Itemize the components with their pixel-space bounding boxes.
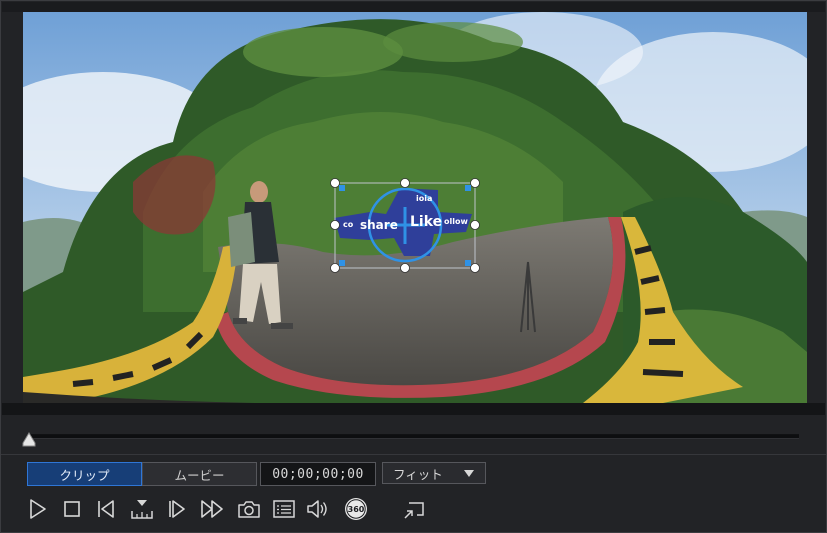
split-icon — [131, 500, 153, 519]
chevron-down-icon — [464, 470, 474, 477]
overlay-text-share: share — [360, 218, 398, 232]
volume-icon — [307, 500, 327, 518]
split-button[interactable] — [129, 496, 155, 522]
viewport-bottom-bar — [2, 403, 825, 415]
fast-forward-icon — [201, 500, 223, 518]
tab-clip[interactable]: クリップ — [27, 462, 142, 486]
overlay-text-like: Like — [410, 214, 443, 230]
seek-handle[interactable] — [21, 431, 37, 447]
snapshot-camera-icon — [238, 501, 260, 518]
title-overlay-selection[interactable]: co share Like ollow ioia — [330, 178, 480, 273]
snapshot-button[interactable] — [236, 496, 262, 522]
360-label: 360 — [347, 504, 365, 514]
zoom-dropdown[interactable]: フィット — [382, 462, 486, 484]
overlay-text-co: co — [343, 220, 354, 229]
next-frame-icon — [169, 500, 185, 518]
playback-controls: 360 — [0, 496, 827, 524]
subtitle-icon — [273, 500, 295, 518]
mode-switch: クリップ ムービー — [27, 462, 257, 486]
previous-frame-icon — [98, 500, 114, 518]
timecode-display[interactable]: 00;00;00;00 — [260, 462, 376, 486]
tab-movie[interactable]: ムービー — [142, 463, 256, 485]
360-view-button[interactable]: 360 — [343, 496, 369, 522]
previous-frame-button[interactable] — [94, 496, 120, 522]
zoom-selected-value: フィット — [393, 466, 443, 482]
divider — [1, 454, 826, 455]
overlay-text-follow: ollow — [444, 217, 468, 226]
undock-window-icon — [404, 502, 424, 519]
stop-icon — [64, 501, 80, 517]
video-preview-viewport[interactable]: co share Like ollow ioia — [23, 12, 807, 403]
undock-window-button[interactable] — [401, 496, 427, 522]
seek-bar[interactable] — [28, 434, 799, 439]
play-icon — [30, 499, 46, 519]
play-button[interactable] — [24, 496, 50, 522]
subtitle-button[interactable] — [271, 496, 297, 522]
title-strip — [2, 2, 825, 12]
fast-forward-button[interactable] — [199, 496, 225, 522]
stop-button[interactable] — [59, 496, 85, 522]
next-frame-button[interactable] — [164, 496, 190, 522]
volume-button[interactable] — [305, 496, 331, 522]
overlay-text-top: ioia — [416, 194, 433, 203]
